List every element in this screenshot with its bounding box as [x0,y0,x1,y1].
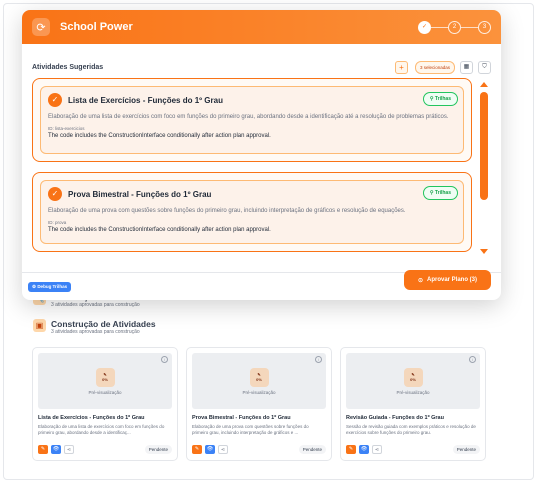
suggestion-description: Elaboração de uma lista de exercícios co… [48,114,449,120]
modal-header: ⟳ School Power ✓ 2 3 [22,10,501,44]
approve-plan-button[interactable]: ⊙ Aprovar Plano (3) [404,270,491,290]
share-button[interactable]: ⋖ [372,445,382,454]
construction-section-header-2: ▣ Construção de Atividades 3 atividades … [33,319,156,336]
step-connector [461,26,478,28]
step-2: 2 [448,20,461,34]
trilhas-badge[interactable]: ⚲ Trilhas [422,92,458,106]
activity-description: Elaboração de uma prova com questões sob… [192,424,309,435]
suggestion-title: Lista de Exercícios - Funções do 1º Grau [68,95,223,105]
build-icon: ▣ [33,319,46,332]
activity-card[interactable]: i ✎ 0% Pré-visualização Revisão Guiada - … [340,347,486,461]
progress-value: 0% [410,377,416,382]
activity-title: Prova Bimestral - Funções do 1º Grau [192,415,291,421]
edit-button[interactable]: ✎ [38,445,48,454]
app-title: School Power [60,21,133,33]
step-3: 3 [478,20,491,34]
share-button[interactable]: ⋖ [64,445,74,454]
scrollbar-thumb[interactable] [480,92,488,200]
route-icon: ⚲ [429,96,434,102]
preview-label: Pré-visualização [242,389,276,395]
edit-button[interactable]: ✎ [192,445,202,454]
activity-description: Elaboração de uma lista de exercícios co… [38,424,165,435]
checked-checkbox[interactable]: ✓ [48,187,62,201]
info-icon[interactable]: i [161,356,168,363]
info-icon[interactable]: i [315,356,322,363]
activity-title: Revisão Guiada - Funções do 1º Grau [346,415,444,421]
view-button[interactable]: 👁 [205,445,215,454]
scroll-down-icon[interactable] [480,249,488,254]
info-icon[interactable]: i [469,356,476,363]
share-button[interactable]: ⋖ [218,445,228,454]
step-indicator: ✓ 2 3 [418,20,491,34]
suggestion-card[interactable]: ✓ Prova Bimestral - Funções do 1º Grau ⚲… [32,172,472,252]
trilhas-label: Trilhas [434,96,451,102]
suggestion-description: Elaboração de uma prova com questões sob… [48,208,406,214]
progress-value: 0% [102,377,108,382]
trilhas-badge[interactable]: ⚲ Trilhas [422,186,458,200]
trilhas-label: Trilhas [434,190,451,196]
debug-label: Debug Trilhas [37,284,68,289]
step-connector [431,26,448,28]
activity-title: Lista de Exercícios - Funções do 1º Grau [38,415,145,421]
checked-checkbox[interactable]: ✓ [48,93,62,107]
suggestion-id: ID: prova [48,220,67,225]
filter-icon[interactable]: ⛉ [478,60,491,74]
view-button[interactable]: 👁 [359,445,369,454]
activity-description: Sessão de revisão guiada com exemplos pr… [346,424,476,435]
suggestion-note: The code includes the ConstructionInterf… [48,133,271,139]
progress-value: 0% [256,377,262,382]
route-icon: ⚲ [429,190,434,196]
activity-card[interactable]: i ✎ 0% Pré-visualização Lista de Exercíci… [32,347,178,461]
scroll-up-icon[interactable] [480,82,488,87]
selected-count-badge: 3 selecionadas [414,60,455,74]
step-1-check-icon: ✓ [418,20,431,34]
bug-icon: ⚙ [32,284,37,289]
suggestion-card[interactable]: ✓ Lista de Exercícios - Funções do 1º Gr… [32,78,472,162]
status-badge: Pendente [452,445,480,454]
suggestion-title: Prova Bimestral - Funções do 1º Grau [68,189,212,199]
progress-box: ✎ 0% [95,367,115,387]
add-activity-button[interactable]: + [394,60,408,74]
edit-button[interactable]: ✎ [346,445,356,454]
status-badge: Pendente [144,445,172,454]
debug-trilhas-button[interactable]: ⚙ Debug Trilhas [28,282,72,292]
check-circle-icon: ⊙ [417,277,423,284]
status-badge: Pendente [298,445,326,454]
grid-view-icon[interactable]: ▦ [460,60,473,74]
activity-cards: i ✎ 0% Pré-visualização Lista de Exercíci… [32,347,486,461]
school-power-logo-icon: ⟳ [32,18,50,36]
preview-label: Pré-visualização [88,389,122,395]
activity-preview: i ✎ 0% Pré-visualização [346,353,480,409]
scrollbar[interactable] [480,82,488,254]
suggestion-note: The code includes the ConstructionInterf… [48,227,271,233]
suggestion-id: ID: lista-exercicios [48,126,85,131]
section-subtitle: 3 atividades aprovadas para construção [51,302,140,308]
progress-box: ✎ 0% [249,367,269,387]
view-button[interactable]: 👁 [51,445,61,454]
activities-toolbar: Atividades Sugeridas + 3 selecionadas ▦ … [32,60,491,74]
activity-preview: i ✎ 0% Pré-visualização [38,353,172,409]
preview-label: Pré-visualização [396,389,430,395]
section-title: Atividades Sugeridas [32,63,104,71]
approve-label: Aprovar Plano (3) [427,277,478,283]
section-title: Construção de Atividades [51,319,156,329]
activity-card[interactable]: i ✎ 0% Pré-visualização Prova Bimestral -… [186,347,332,461]
activity-preview: i ✎ 0% Pré-visualização [192,353,326,409]
suggestions-list: ✓ Lista de Exercícios - Funções do 1º Gr… [32,78,472,260]
section-subtitle: 3 atividades aprovadas para construção [51,329,140,335]
progress-box: ✎ 0% [403,367,423,387]
action-plan-modal: ⟳ School Power ✓ 2 3 Atividades Sugerida… [22,10,501,300]
